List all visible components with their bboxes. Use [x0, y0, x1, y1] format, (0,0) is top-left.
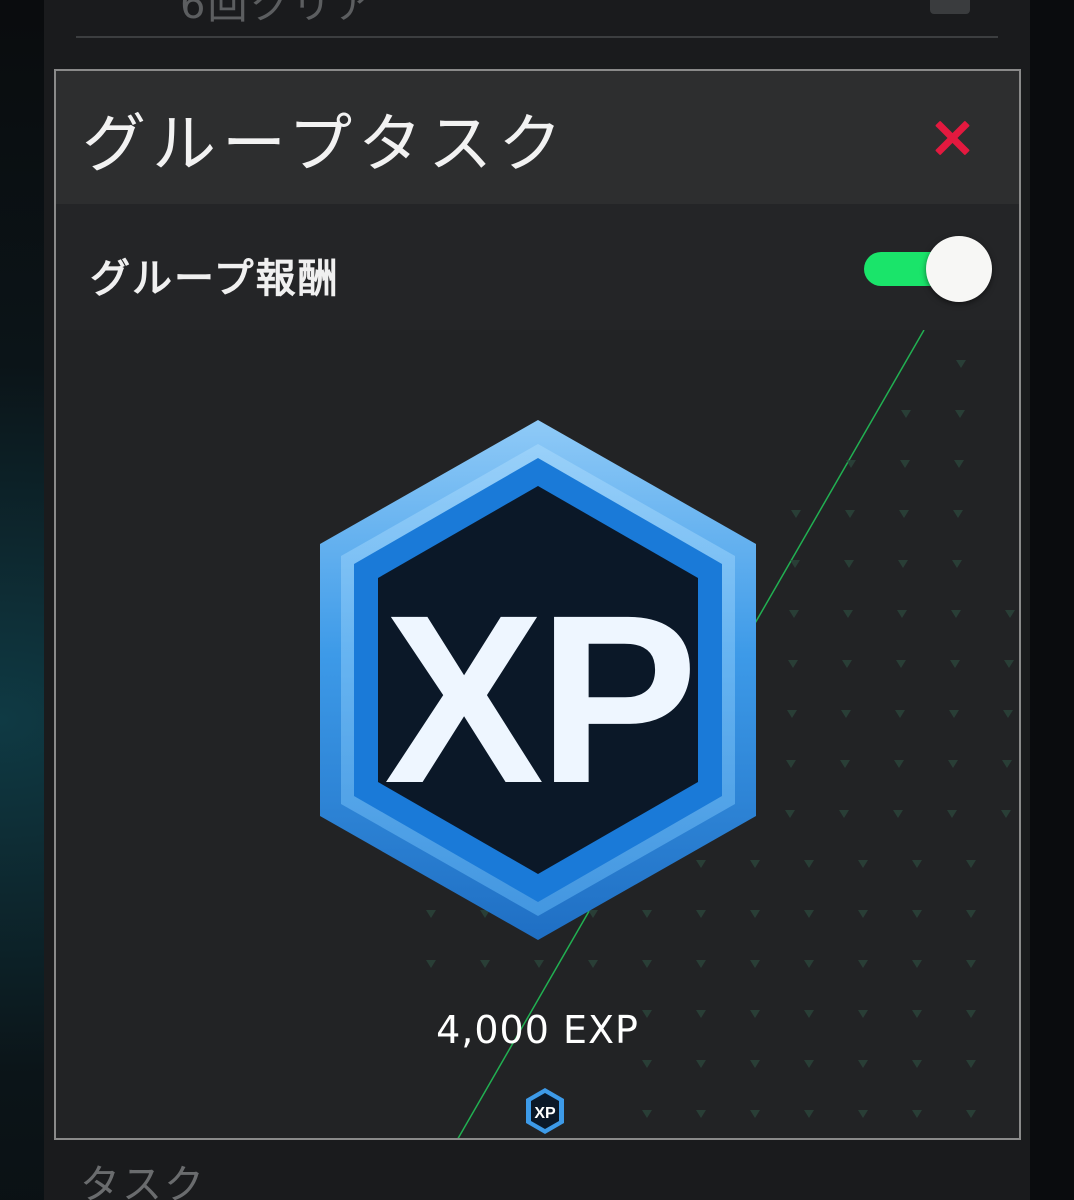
decorative-triangle: [948, 760, 958, 768]
toggle-knob[interactable]: [926, 236, 992, 302]
decorative-triangle: [955, 410, 965, 418]
group-reward-label: グループ報酬: [90, 256, 340, 302]
decorative-triangle: [426, 960, 436, 968]
decorative-triangle: [899, 510, 909, 518]
decorative-triangle: [642, 960, 652, 968]
decorative-triangle: [787, 710, 797, 718]
decorative-triangle: [696, 1060, 706, 1068]
decorative-triangle: [791, 510, 801, 518]
decorative-triangle: [804, 1060, 814, 1068]
close-icon[interactable]: [933, 119, 971, 157]
decorative-triangle: [750, 960, 760, 968]
decorative-triangle: [952, 560, 962, 568]
decorative-triangle: [480, 960, 490, 968]
decorative-triangle: [804, 1110, 814, 1118]
decorative-triangle: [790, 560, 800, 568]
decorative-triangle: [804, 960, 814, 968]
decorative-triangle: [642, 1060, 652, 1068]
screen: 6回クリア タスク グループタスク グループ報酬 XP 4,000 EXP XP: [0, 0, 1074, 1200]
decorative-triangle: [966, 860, 976, 868]
decorative-triangle: [1001, 810, 1011, 818]
decorative-triangle: [894, 760, 904, 768]
decorative-triangle: [696, 960, 706, 968]
decorative-triangle: [966, 1060, 976, 1068]
modal-header: グループタスク: [56, 71, 1019, 204]
background-item-icon: [930, 0, 970, 14]
decorative-triangle: [642, 1110, 652, 1118]
decorative-triangle: [912, 1060, 922, 1068]
decorative-triangle: [949, 710, 959, 718]
decorative-triangle: [912, 1110, 922, 1118]
decorative-triangle: [951, 610, 961, 618]
modal-title: グループタスク: [82, 108, 569, 182]
xp-mini-icon: XP: [526, 1088, 564, 1134]
decorative-triangle: [696, 1110, 706, 1118]
decorative-triangle: [1004, 660, 1014, 668]
decorative-triangle: [901, 410, 911, 418]
decorative-triangle: [844, 560, 854, 568]
decorative-triangle: [912, 860, 922, 868]
decorative-triangle: [788, 660, 798, 668]
decorative-triangle: [804, 860, 814, 868]
decorative-triangle: [843, 610, 853, 618]
decorative-triangle: [786, 760, 796, 768]
decorative-triangle: [953, 510, 963, 518]
decorative-triangle: [912, 910, 922, 918]
decorative-triangle: [898, 560, 908, 568]
decorative-triangle: [897, 610, 907, 618]
decorative-triangle: [842, 660, 852, 668]
background-section-heading: タスク: [80, 1162, 206, 1200]
decorative-triangle: [950, 660, 960, 668]
decorative-triangle: [858, 1060, 868, 1068]
decorative-triangle: [858, 910, 868, 918]
decorative-triangle: [588, 960, 598, 968]
decorative-triangle: [840, 760, 850, 768]
background-previous-item: 6回クリア: [180, 0, 376, 28]
decorative-triangle: [893, 810, 903, 818]
decorative-triangle: [1003, 710, 1013, 718]
group-reward-toggle[interactable]: [864, 236, 992, 302]
reward-display: XP 4,000 EXP XP: [56, 330, 1019, 1138]
decorative-triangle: [895, 710, 905, 718]
group-reward-row: グループ報酬: [56, 204, 1019, 330]
decorative-triangle: [750, 1110, 760, 1118]
decorative-triangle: [966, 1110, 976, 1118]
decorative-triangle: [1005, 610, 1015, 618]
group-task-modal: グループタスク グループ報酬 XP 4,000 EXP XP: [54, 69, 1021, 1140]
decorative-triangle: [896, 660, 906, 668]
decorative-triangle: [1002, 760, 1012, 768]
decorative-triangle: [858, 960, 868, 968]
decorative-triangle: [845, 510, 855, 518]
decorative-triangle: [912, 960, 922, 968]
decorative-triangle: [750, 1060, 760, 1068]
decorative-triangle: [858, 1110, 868, 1118]
decorative-triangle: [858, 860, 868, 868]
xp-mini-text: XP: [534, 1105, 556, 1122]
decorative-triangle: [839, 810, 849, 818]
xp-amount: 4,000 EXP: [436, 1008, 639, 1052]
decorative-triangle: [785, 810, 795, 818]
decorative-triangle: [841, 710, 851, 718]
decorative-triangle: [804, 910, 814, 918]
decorative-triangle: [947, 810, 957, 818]
decorative-triangle: [966, 910, 976, 918]
xp-badge-text: XP: [384, 565, 692, 833]
decorative-triangle: [956, 360, 966, 368]
decorative-triangle: [954, 460, 964, 468]
decorative-triangle: [966, 960, 976, 968]
xp-badge-icon: XP: [320, 420, 756, 940]
decorative-triangle: [534, 960, 544, 968]
decorative-triangle: [900, 460, 910, 468]
background-divider: [76, 36, 998, 38]
decorative-triangle: [789, 610, 799, 618]
